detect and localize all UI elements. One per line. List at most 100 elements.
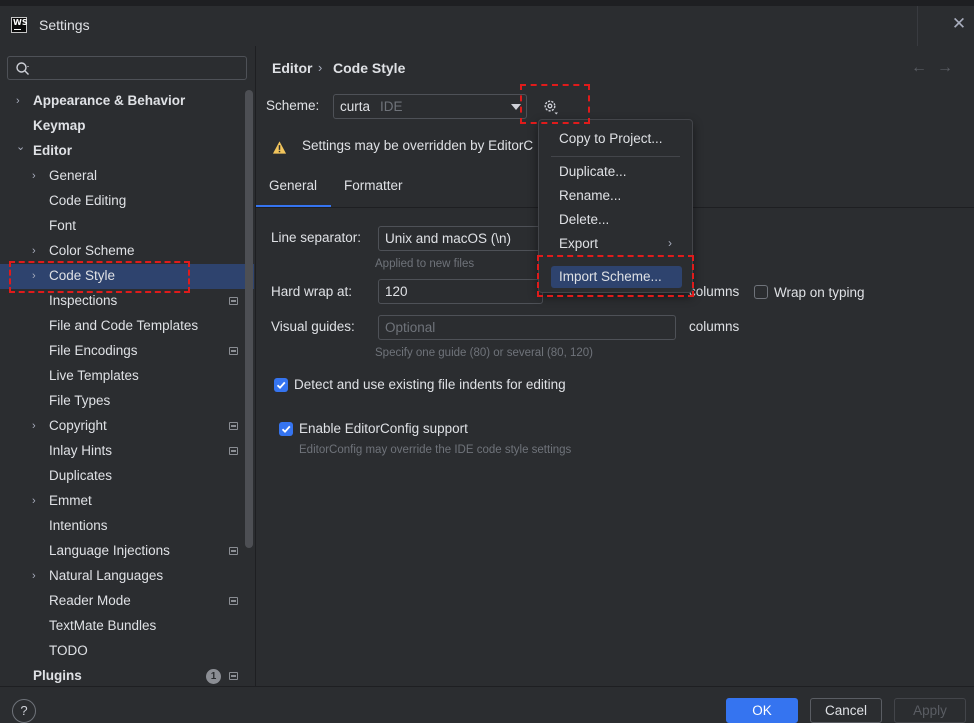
- chevron-right-icon[interactable]: ›: [16, 95, 26, 107]
- menu-item-label: Rename...: [559, 188, 622, 203]
- tree-item-general[interactable]: › General: [0, 164, 254, 189]
- menu-separator: [551, 156, 680, 157]
- tree-item-label: Copyright: [49, 418, 107, 433]
- tree-item-label: Emmet: [49, 493, 92, 508]
- menu-item-export[interactable]: Export ›: [551, 233, 682, 255]
- menu-item-delete[interactable]: Delete...: [551, 209, 682, 231]
- chevron-down-icon[interactable]: ⌄: [16, 141, 26, 153]
- tree-item-label: Plugins: [33, 668, 82, 683]
- visual-guides-placeholder: Optional: [385, 320, 436, 335]
- tree-item-label: General: [49, 168, 98, 183]
- pane-divider: [255, 46, 256, 686]
- tree-item-label: TextMate Bundles: [49, 618, 157, 633]
- visual-guides-input[interactable]: Optional: [378, 315, 676, 340]
- editorconfig-label[interactable]: Enable EditorConfig support: [299, 421, 468, 436]
- footer-divider: [0, 686, 974, 687]
- tree-item-duplicates[interactable]: Duplicates: [0, 464, 254, 489]
- project-level-icon: [229, 422, 238, 430]
- tree-item-file-types[interactable]: File Types: [0, 389, 254, 414]
- webstorm-logo-icon: WS: [11, 17, 28, 33]
- tree-item-reader-mode[interactable]: Reader Mode: [0, 589, 254, 614]
- hard-wrap-columns-label: columns: [689, 284, 740, 299]
- back-arrow-icon[interactable]: ←: [911, 59, 927, 77]
- project-level-icon: [229, 597, 238, 605]
- scheme-dropdown[interactable]: curta IDE: [333, 94, 527, 119]
- breadcrumb-editor[interactable]: Editor: [272, 60, 312, 76]
- forward-arrow-icon[interactable]: →: [937, 59, 953, 77]
- wrap-on-typing-checkbox[interactable]: [754, 285, 768, 299]
- update-count-badge: 1: [206, 669, 221, 684]
- tab-general[interactable]: General: [269, 178, 317, 193]
- apply-button[interactable]: Apply: [894, 698, 966, 723]
- tree-item-label: Language Injections: [49, 543, 170, 558]
- menu-item-duplicate[interactable]: Duplicate...: [551, 161, 682, 183]
- tree-item-label: Reader Mode: [49, 593, 131, 608]
- tree-item-code-editing[interactable]: Code Editing: [0, 189, 254, 214]
- tree-scrollbar[interactable]: [245, 90, 253, 548]
- menu-item-label: Export: [559, 236, 599, 251]
- scheme-scope: IDE: [380, 99, 403, 114]
- project-level-icon: [229, 347, 238, 355]
- settings-search-input[interactable]: [7, 56, 247, 80]
- breadcrumb-code-style: Code Style: [333, 60, 406, 76]
- tree-item-label: Inlay Hints: [49, 443, 113, 458]
- menu-item-copy-to-project[interactable]: Copy to Project...: [551, 128, 682, 150]
- tree-item-label: Keymap: [33, 118, 86, 133]
- tree-item-keymap[interactable]: Keymap: [0, 114, 254, 139]
- chevron-right-icon[interactable]: ›: [32, 570, 42, 582]
- close-icon[interactable]: ✕: [950, 15, 968, 33]
- tree-item-label: File and Code Templates: [49, 318, 199, 333]
- detect-indents-label[interactable]: Detect and use existing file indents for…: [294, 377, 566, 392]
- tab-formatter[interactable]: Formatter: [344, 178, 403, 193]
- tree-item-label: Color Scheme: [49, 243, 135, 258]
- tree-item-live-templates[interactable]: Live Templates: [0, 364, 254, 389]
- tree-item-label: Inspections: [49, 293, 118, 308]
- help-button[interactable]: ?: [12, 699, 36, 723]
- line-separator-dropdown[interactable]: Unix and macOS (\n): [378, 226, 543, 251]
- detect-indents-checkbox[interactable]: [274, 378, 288, 392]
- tree-item-label: Live Templates: [49, 368, 139, 383]
- tree-item-intentions[interactable]: Intentions: [0, 514, 254, 539]
- breadcrumb-separator-icon: ›: [318, 60, 323, 75]
- menu-item-label: Copy to Project...: [559, 131, 663, 146]
- cancel-button[interactable]: Cancel: [810, 698, 882, 723]
- line-separator-hint: Applied to new files: [375, 258, 475, 270]
- tree-item-file-and-code-templates[interactable]: File and Code Templates: [0, 314, 254, 339]
- chevron-right-icon[interactable]: ›: [32, 245, 42, 257]
- tree-item-editor[interactable]: ⌄ Editor: [0, 139, 254, 164]
- menu-item-label: Delete...: [559, 212, 610, 227]
- visual-guides-label: Visual guides:: [271, 319, 355, 334]
- tree-item-appearance-behavior[interactable]: › Appearance & Behavior: [0, 89, 254, 114]
- highlight-frame-gear: [520, 84, 590, 124]
- tree-item-inlay-hints[interactable]: Inlay Hints: [0, 439, 254, 464]
- menu-item-rename[interactable]: Rename...: [551, 185, 682, 207]
- tree-item-file-encodings[interactable]: File Encodings: [0, 339, 254, 364]
- chevron-right-icon[interactable]: ›: [32, 170, 42, 182]
- hard-wrap-input[interactable]: 120: [378, 279, 543, 304]
- checkmark-icon: [281, 425, 291, 434]
- project-level-icon: [229, 297, 238, 305]
- ok-button[interactable]: OK: [726, 698, 798, 723]
- tree-item-natural-languages[interactable]: › Natural Languages: [0, 564, 254, 589]
- chevron-right-icon[interactable]: ›: [32, 420, 42, 432]
- line-separator-label: Line separator:: [271, 230, 362, 245]
- scheme-label: Scheme:: [266, 98, 320, 113]
- tree-item-language-injections[interactable]: Language Injections: [0, 539, 254, 564]
- tree-item-label: Font: [49, 218, 77, 233]
- editorconfig-checkbox[interactable]: [279, 422, 293, 436]
- tree-item-textmate-bundles[interactable]: TextMate Bundles: [0, 614, 254, 639]
- menu-item-label: Duplicate...: [559, 164, 627, 179]
- project-level-icon: [229, 672, 238, 680]
- tree-item-todo[interactable]: TODO: [0, 639, 254, 664]
- highlight-frame-code-style: [9, 261, 190, 293]
- tree-item-emmet[interactable]: › Emmet: [0, 489, 254, 514]
- tree-item-font[interactable]: Font: [0, 214, 254, 239]
- visual-guides-hint: Specify one guide (80) or several (80, 1…: [375, 347, 593, 359]
- tree-item-label: Natural Languages: [49, 568, 164, 583]
- tree-item-copyright[interactable]: › Copyright: [0, 414, 254, 439]
- wrap-on-typing-label[interactable]: Wrap on typing: [774, 285, 865, 300]
- highlight-frame-import-scheme: [537, 255, 694, 297]
- chevron-right-icon[interactable]: ›: [32, 495, 42, 507]
- tree-item-label: Duplicates: [49, 468, 113, 483]
- tree-item-label: Editor: [33, 143, 72, 158]
